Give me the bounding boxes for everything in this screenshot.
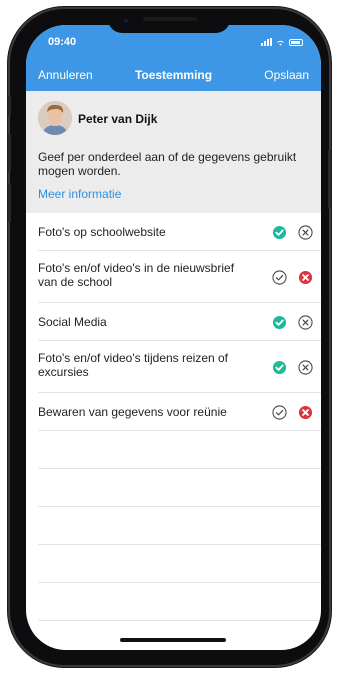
empty-list-row (38, 545, 321, 583)
consent-label: Foto's en/of video's in de nieuwsbrief v… (38, 261, 235, 289)
avatar (38, 101, 72, 135)
battery-icon (289, 38, 303, 46)
action-button (8, 96, 11, 116)
empty-list-row (38, 507, 321, 545)
consent-row: Bewaren van gegevens voor reünie (38, 393, 321, 431)
consent-yes-toggle[interactable] (272, 270, 287, 285)
consent-label: Foto's en/of video's tijdens reizen of e… (38, 351, 229, 379)
consent-no-toggle[interactable] (298, 225, 313, 240)
status-time: 09:40 (48, 36, 77, 48)
empty-list-row (38, 469, 321, 507)
person-name: Peter van Dijk (78, 112, 158, 126)
front-camera (122, 17, 130, 25)
consent-yes-toggle[interactable] (272, 315, 287, 330)
consent-list: Foto's op schoolwebsite Foto's en/of vide… (26, 213, 321, 621)
volume-up-button (8, 134, 11, 172)
avatar-photo-icon (38, 101, 72, 135)
consent-yes-toggle[interactable] (272, 360, 287, 375)
volume-down-button (8, 184, 11, 222)
power-button (328, 150, 331, 208)
x-circle-outline-icon (298, 225, 313, 240)
consent-label: Social Media (38, 315, 107, 329)
save-button[interactable]: Opslaan (264, 68, 309, 82)
consent-no-toggle[interactable] (298, 270, 313, 285)
consent-no-toggle[interactable] (298, 315, 313, 330)
more-info-link[interactable]: Meer informatie (38, 187, 121, 201)
consent-yes-toggle[interactable] (272, 225, 287, 240)
x-circle-outline-icon (298, 360, 313, 375)
home-indicator (120, 638, 226, 642)
consent-row: Social Media (38, 303, 321, 341)
cancel-button[interactable]: Annuleren (38, 68, 93, 82)
consent-label: Foto's op schoolwebsite (38, 225, 166, 239)
consent-no-toggle[interactable] (298, 360, 313, 375)
consent-label: Bewaren van gegevens voor reünie (38, 405, 227, 419)
x-circle-outline-icon (298, 315, 313, 330)
earpiece-speaker (143, 17, 197, 21)
consent-no-toggle[interactable] (298, 405, 313, 420)
empty-list-row (38, 431, 321, 469)
check-circle-filled-icon (272, 315, 287, 330)
check-circle-filled-icon (272, 360, 287, 375)
consent-row: Foto's en/of video's in de nieuwsbrief v… (38, 251, 321, 303)
consent-row: Foto's en/of video's tijdens reizen of e… (38, 341, 321, 393)
consent-yes-toggle[interactable] (272, 405, 287, 420)
intro-text: Geef per onderdeel aan of de gegevens ge… (38, 150, 297, 178)
phone-frame: 09:40 Annuleren Toestemming Opslaan Pete… (10, 9, 329, 665)
wifi-icon (277, 40, 284, 46)
cellular-signal-icon (261, 38, 272, 46)
x-circle-filled-icon (298, 270, 313, 285)
navigation-bar: Annuleren Toestemming Opslaan (26, 59, 321, 91)
check-circle-outline-icon (272, 270, 287, 285)
x-circle-filled-icon (298, 405, 313, 420)
app-screen: 09:40 Annuleren Toestemming Opslaan Pete… (26, 25, 321, 650)
check-circle-filled-icon (272, 225, 287, 240)
consent-row: Foto's op schoolwebsite (38, 213, 321, 251)
person-header: Peter van Dijk Geef per onderdeel aan of… (26, 91, 321, 213)
status-icons (261, 38, 303, 46)
empty-list-row (38, 583, 321, 621)
check-circle-outline-icon (272, 405, 287, 420)
